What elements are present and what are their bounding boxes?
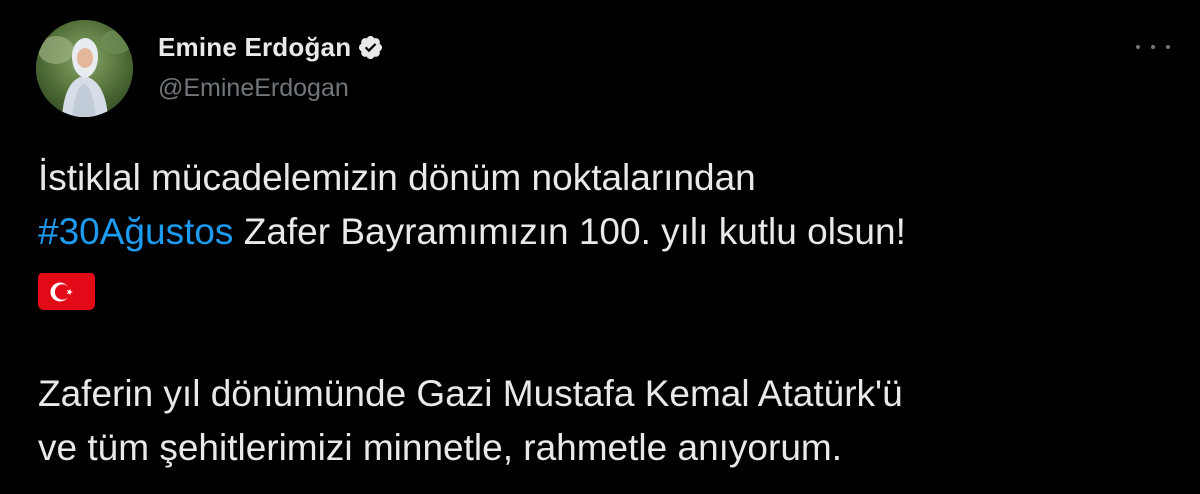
author-handle[interactable]: @EmineErdogan: [158, 74, 349, 103]
author-name-row[interactable]: Emine Erdoğan: [158, 32, 384, 62]
more-dot: [1151, 45, 1155, 49]
tweet-line-1: İstiklal mücadelemizin dönüm noktalarınd…: [38, 157, 756, 198]
tweet-line-2: #30Ağustos Zafer Bayramımızın 100. yılı …: [38, 205, 1168, 259]
avatar[interactable]: [36, 20, 133, 117]
tweet-line-5: ve tüm şehitlerimizi minnetle, rahmetle …: [38, 427, 843, 468]
tweet: Emine Erdoğan @EmineErdogan İstiklal müc…: [0, 0, 1200, 494]
author-display-name[interactable]: Emine Erdoğan: [158, 32, 351, 63]
hashtag-link[interactable]: #30Ağustos: [38, 211, 233, 252]
tweet-line-3: [38, 259, 1168, 313]
tweet-line-4: Zaferin yıl dönümünde Gazi Mustafa Kemal…: [38, 373, 903, 414]
tweet-line-2-text: Zafer Bayramımızın 100. yılı kutlu olsun…: [233, 211, 906, 252]
tweet-text: İstiklal mücadelemizin dönüm noktalarınd…: [38, 151, 1168, 475]
turkey-flag-emoji: [38, 272, 95, 311]
avatar-image: [36, 20, 133, 117]
more-options-icon[interactable]: [1136, 36, 1170, 58]
verified-badge-icon: [359, 35, 383, 59]
more-dot: [1166, 45, 1170, 49]
more-dot: [1136, 45, 1140, 49]
